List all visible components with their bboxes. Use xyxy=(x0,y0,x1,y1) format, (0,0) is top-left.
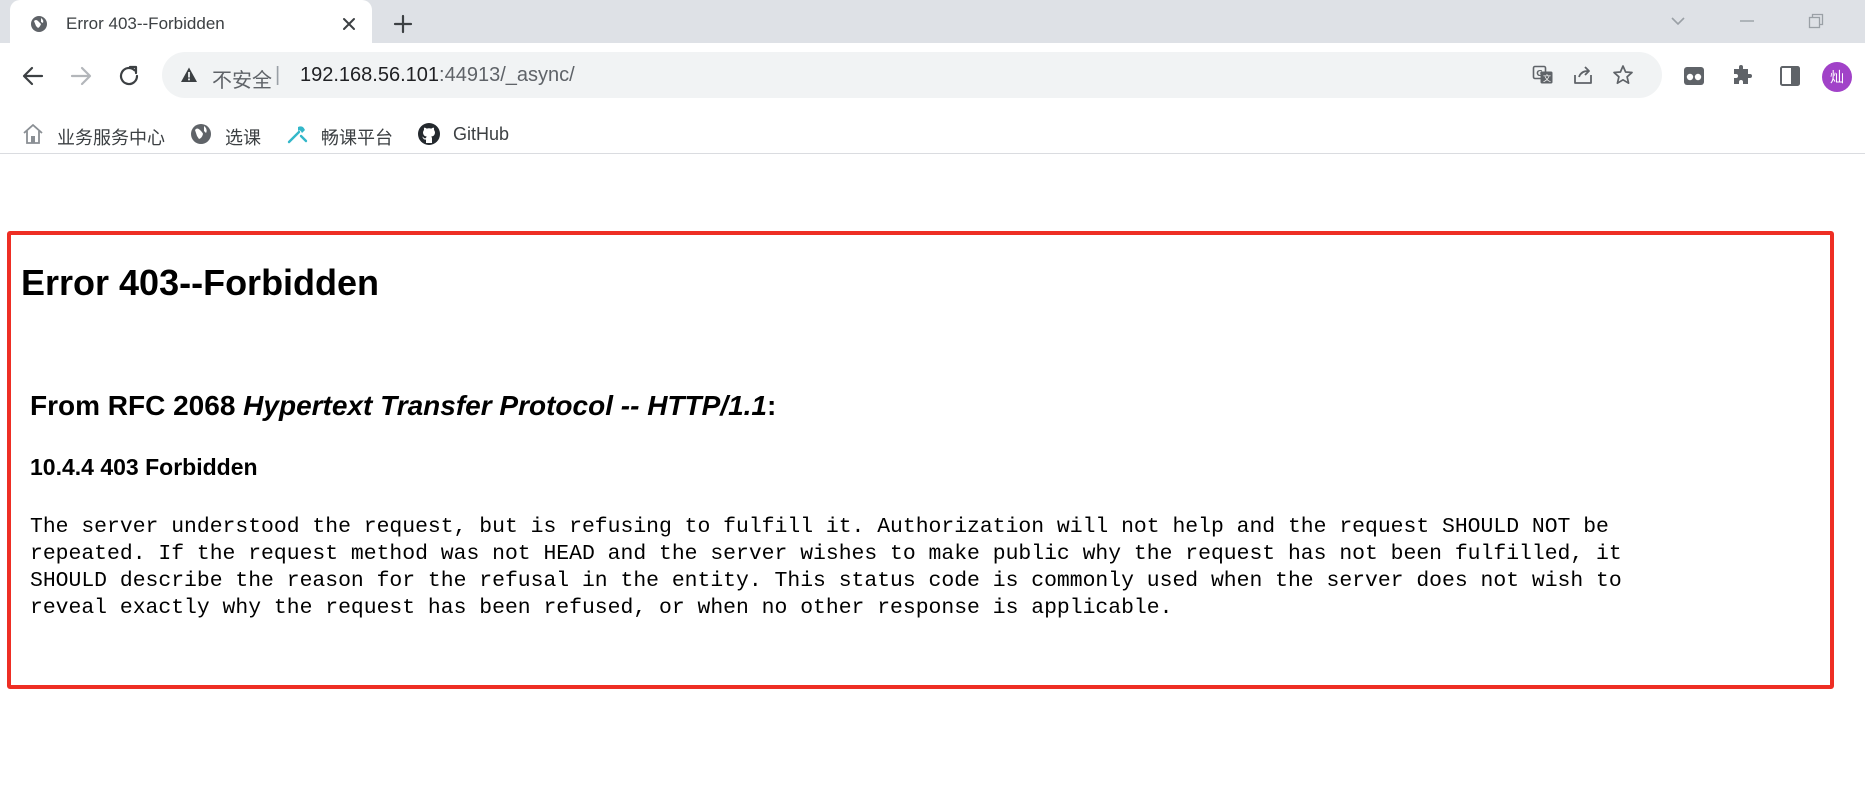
url-host: 192.168.56.101 xyxy=(300,64,440,86)
description-line: reveal exactly why the request has been … xyxy=(30,596,1173,620)
browser-tab[interactable]: Error 403--Forbidden xyxy=(10,0,372,43)
svg-text:G: G xyxy=(1536,69,1543,78)
warning-icon[interactable] xyxy=(180,66,198,84)
tool-icon xyxy=(287,126,308,144)
back-icon[interactable] xyxy=(20,63,46,89)
bookmark-label: GitHub xyxy=(453,124,510,144)
home-icon xyxy=(23,124,43,144)
new-tab-icon[interactable] xyxy=(392,13,414,35)
restore-icon[interactable] xyxy=(1807,12,1825,30)
tab-search-icon[interactable] xyxy=(1682,64,1706,88)
side-panel-icon[interactable] xyxy=(1778,64,1802,88)
tab-title: Error 403--Forbidden xyxy=(66,14,225,33)
security-label[interactable]: 不安全 xyxy=(212,64,272,93)
rfc-prefix: From RFC 2068 xyxy=(30,390,244,421)
github-icon xyxy=(418,123,440,145)
url-path: :44913/_async/ xyxy=(439,64,575,86)
tab-strip: Error 403--Forbidden xyxy=(0,0,1865,43)
rfc-title: Hypertext Transfer Protocol -- HTTP/1.1 xyxy=(243,390,767,421)
error-description: The server understood the request, but i… xyxy=(30,514,1820,622)
security-divider: | xyxy=(275,64,281,86)
bookmark-label: 选课 xyxy=(225,128,261,148)
globe-icon xyxy=(31,16,47,32)
bookmarks-bar: 业务服务中心 选课 畅课平台 GitHub xyxy=(0,115,1865,154)
browser-toolbar: 不安全 | 192.168.56.101:44913/_async/ G 文 灿 xyxy=(0,43,1865,115)
url-text[interactable]: 192.168.56.101:44913/_async/ xyxy=(300,64,575,87)
reload-icon[interactable] xyxy=(116,63,142,89)
rfc-heading: From RFC 2068 Hypertext Transfer Protoco… xyxy=(30,390,776,422)
close-icon[interactable] xyxy=(340,15,358,33)
svg-text:文: 文 xyxy=(1543,73,1551,83)
extensions-icon[interactable] xyxy=(1730,64,1754,88)
bookmark-label: 业务服务中心 xyxy=(57,128,165,148)
globe-icon xyxy=(191,124,211,144)
description-line: repeated. If the request method was not … xyxy=(30,542,1622,566)
page-title: Error 403--Forbidden xyxy=(21,262,380,303)
address-bar[interactable]: 不安全 | 192.168.56.101:44913/_async/ G 文 xyxy=(162,52,1662,98)
rfc-suffix: : xyxy=(767,390,777,421)
description-line: The server understood the request, but i… xyxy=(30,515,1609,539)
chevron-down-icon[interactable] xyxy=(1669,12,1687,30)
minimize-icon[interactable] xyxy=(1738,12,1756,30)
section-heading: 10.4.4 403 Forbidden xyxy=(30,454,258,480)
description-line: SHOULD describe the reason for the refus… xyxy=(30,569,1622,593)
translate-icon[interactable]: G 文 xyxy=(1532,64,1554,86)
forward-icon[interactable] xyxy=(68,63,94,89)
star-icon[interactable] xyxy=(1612,64,1634,86)
bookmark-label: 畅课平台 xyxy=(321,128,393,148)
share-icon[interactable] xyxy=(1572,64,1594,86)
page-content: Error 403--Forbidden From RFC 2068 Hyper… xyxy=(0,154,1865,802)
profile-avatar[interactable]: 灿 xyxy=(1822,62,1852,92)
